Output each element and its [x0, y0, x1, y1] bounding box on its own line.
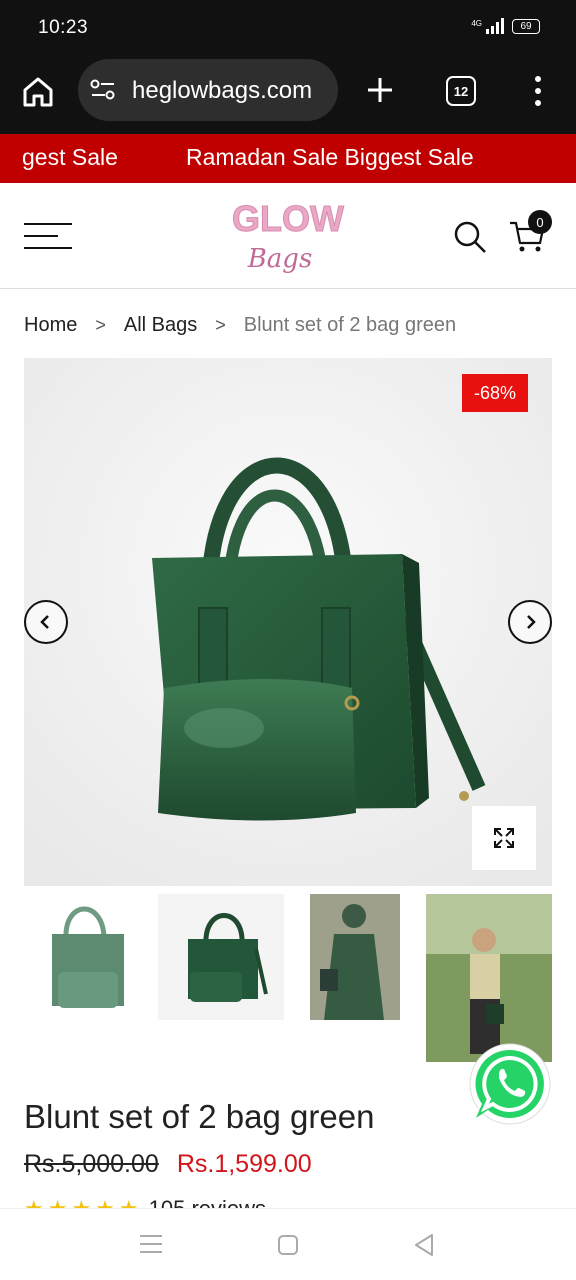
recent-apps-icon[interactable]: [140, 1235, 162, 1253]
tab-count: 12: [453, 83, 469, 99]
logo-script: Bags: [247, 244, 313, 274]
site-settings-icon[interactable]: [90, 79, 116, 101]
thumbnail[interactable]: [310, 894, 400, 1020]
breadcrumb-current: Blunt set of 2 bag green: [243, 314, 457, 336]
hamburger-icon[interactable]: [24, 223, 72, 249]
whatsapp-icon[interactable]: [466, 1040, 554, 1128]
breadcrumb-all-bags[interactable]: All Bags: [124, 314, 197, 337]
logo-wordmark: GLOW: [232, 198, 344, 239]
discount-badge: -68%: [462, 374, 528, 412]
thumbnail[interactable]: [158, 894, 284, 1020]
cart-count-badge: 0: [528, 210, 552, 234]
thumbnail[interactable]: [426, 894, 552, 1062]
url-text[interactable]: heglowbags.com: [132, 77, 332, 105]
original-price: Rs.5,000.00: [24, 1150, 159, 1178]
sale-price: Rs.1,599.00: [176, 1150, 312, 1178]
more-vert-icon[interactable]: [528, 74, 548, 108]
tab-switcher-button[interactable]: 12: [446, 76, 476, 106]
browser-toolbar: heglowbags.com 12: [0, 56, 576, 134]
status-time: 10:23: [38, 17, 89, 38]
product-image[interactable]: -68%: [24, 358, 552, 886]
search-icon[interactable]: [452, 219, 488, 255]
site-header: GLOW Bags: [0, 183, 576, 289]
product-title: Blunt set of 2 bag green: [24, 1098, 375, 1135]
signal-icon: [486, 18, 504, 34]
system-nav-bar: [0, 1208, 576, 1280]
network-type: 4G: [471, 19, 482, 28]
status-icons: 4G 69: [471, 18, 540, 34]
thumbnail-strip: [24, 894, 552, 1064]
status-bar: 10:23 4G 69: [0, 0, 576, 56]
thumbnail[interactable]: [24, 894, 148, 1020]
announcement-text: gest Sale: [22, 144, 118, 170]
plus-icon[interactable]: [364, 74, 396, 106]
battery-level: 69: [520, 20, 532, 32]
chevron-left-icon[interactable]: [24, 600, 68, 644]
announcement-text: Ramadan Sale Biggest Sale: [186, 144, 474, 170]
home-button-icon[interactable]: [278, 1235, 298, 1255]
expand-icon[interactable]: [472, 806, 536, 870]
breadcrumb-home[interactable]: Home: [24, 314, 77, 337]
battery-icon: 69: [512, 18, 540, 34]
price-row: Rs.5,000.00 Rs.1,599.00: [24, 1150, 312, 1179]
chevron-right-icon: >: [95, 315, 106, 335]
home-icon[interactable]: [20, 74, 56, 110]
logo[interactable]: GLOW Bags: [220, 195, 356, 279]
address-bar[interactable]: heglowbags.com: [78, 59, 338, 121]
breadcrumb: Home > All Bags > Blunt set of 2 bag gre…: [24, 314, 456, 337]
chevron-right-icon[interactable]: [508, 600, 552, 644]
back-icon[interactable]: [412, 1233, 436, 1257]
chevron-right-icon: >: [215, 315, 226, 335]
announcement-bar[interactable]: gest Sale Ramadan Sale Biggest Sale: [0, 134, 576, 183]
